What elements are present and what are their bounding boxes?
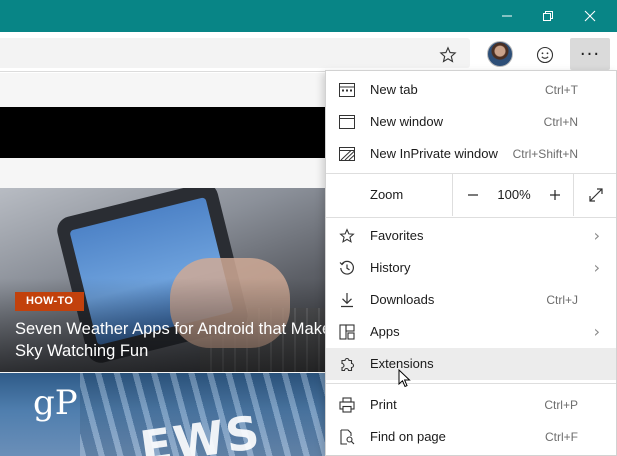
zoom-label: Zoom <box>370 187 404 202</box>
menu-item-label: Apps <box>370 324 400 339</box>
shortcut-label: Ctrl+N <box>543 115 578 129</box>
menu-item-label: New window <box>370 114 443 129</box>
close-button[interactable] <box>568 0 612 32</box>
menu-item-favorites[interactable]: Favorites › <box>326 220 616 252</box>
menu-item-label: History <box>370 260 411 275</box>
menu-item-label: Downloads <box>370 292 435 307</box>
fullscreen-icon <box>589 188 603 202</box>
more-icon: ··· <box>579 43 601 65</box>
menu-item-label: New tab <box>370 82 418 97</box>
inprivate-icon <box>338 145 356 163</box>
menu-item-new-tab[interactable]: New tab Ctrl+T <box>326 74 616 106</box>
shortcut-label: Ctrl+P <box>544 398 578 412</box>
menu-divider <box>326 383 616 384</box>
menu-item-label: Find on page <box>370 429 446 444</box>
extensions-icon <box>338 355 356 373</box>
menu-item-label: Favorites <box>370 228 424 243</box>
menu-item-apps[interactable]: Apps › <box>326 316 616 348</box>
title-bar <box>0 0 617 32</box>
plus-icon <box>550 190 560 200</box>
chevron-right-icon: › <box>593 322 600 341</box>
close-icon <box>584 10 596 22</box>
download-icon <box>338 291 356 309</box>
settings-and-more-button[interactable]: ··· <box>570 38 610 70</box>
feedback-button[interactable] <box>530 40 560 70</box>
menu-item-downloads[interactable]: Downloads Ctrl+J <box>326 284 616 316</box>
menu-item-label: Print <box>370 397 397 412</box>
shortcut-label: Ctrl+J <box>546 293 578 307</box>
history-icon <box>338 259 356 277</box>
zoom-out-button[interactable] <box>453 174 493 216</box>
new-tab-icon <box>338 81 356 99</box>
chevron-right-icon: › <box>593 226 600 245</box>
star-icon <box>439 46 457 63</box>
article-headline[interactable]: Seven Weather Apps for Android that Make… <box>15 318 335 362</box>
restore-icon <box>543 11 553 21</box>
zoom-controls: 100% <box>452 174 574 216</box>
category-badge[interactable]: HOW-TO <box>15 292 85 311</box>
site-logo: gP <box>33 383 78 423</box>
page-banner <box>0 107 330 158</box>
menu-item-label: New InPrivate window <box>370 146 498 161</box>
menu-item-history[interactable]: History › <box>326 252 616 284</box>
shortcut-label: Ctrl+Shift+N <box>512 147 578 161</box>
add-favorite-button[interactable] <box>433 40 463 70</box>
zoom-in-button[interactable] <box>535 174 575 216</box>
profile-avatar[interactable] <box>487 41 513 67</box>
zoom-level: 100% <box>497 187 531 202</box>
minimize-icon <box>502 15 512 17</box>
smiley-icon <box>536 46 554 64</box>
menu-item-print[interactable]: Print Ctrl+P <box>326 389 616 421</box>
chevron-right-icon: › <box>593 258 600 277</box>
new-window-icon <box>338 113 356 131</box>
address-bar[interactable] <box>0 38 470 68</box>
menu-item-new-inprivate-window[interactable]: New InPrivate window Ctrl+Shift+N <box>326 138 616 170</box>
browser-toolbar <box>0 32 617 72</box>
restore-button[interactable] <box>526 0 570 32</box>
settings-menu: New tab Ctrl+T New window Ctrl+N New InP… <box>325 70 617 456</box>
minus-icon <box>468 194 478 196</box>
zoom-row: Zoom 100% <box>326 174 616 216</box>
find-on-page-icon <box>338 428 356 446</box>
print-icon <box>338 396 356 414</box>
apps-icon <box>338 323 356 341</box>
menu-divider <box>326 217 616 218</box>
menu-item-find-on-page[interactable]: Find on page Ctrl+F <box>326 421 616 453</box>
mouse-cursor-icon <box>398 369 411 388</box>
fullscreen-button[interactable] <box>576 174 616 216</box>
shortcut-label: Ctrl+T <box>545 83 578 97</box>
minimize-button[interactable] <box>485 0 529 32</box>
menu-item-extensions[interactable]: Extensions <box>326 348 616 380</box>
favorites-star-icon <box>338 227 356 245</box>
menu-item-new-window[interactable]: New window Ctrl+N <box>326 106 616 138</box>
shortcut-label: Ctrl+F <box>545 430 578 444</box>
